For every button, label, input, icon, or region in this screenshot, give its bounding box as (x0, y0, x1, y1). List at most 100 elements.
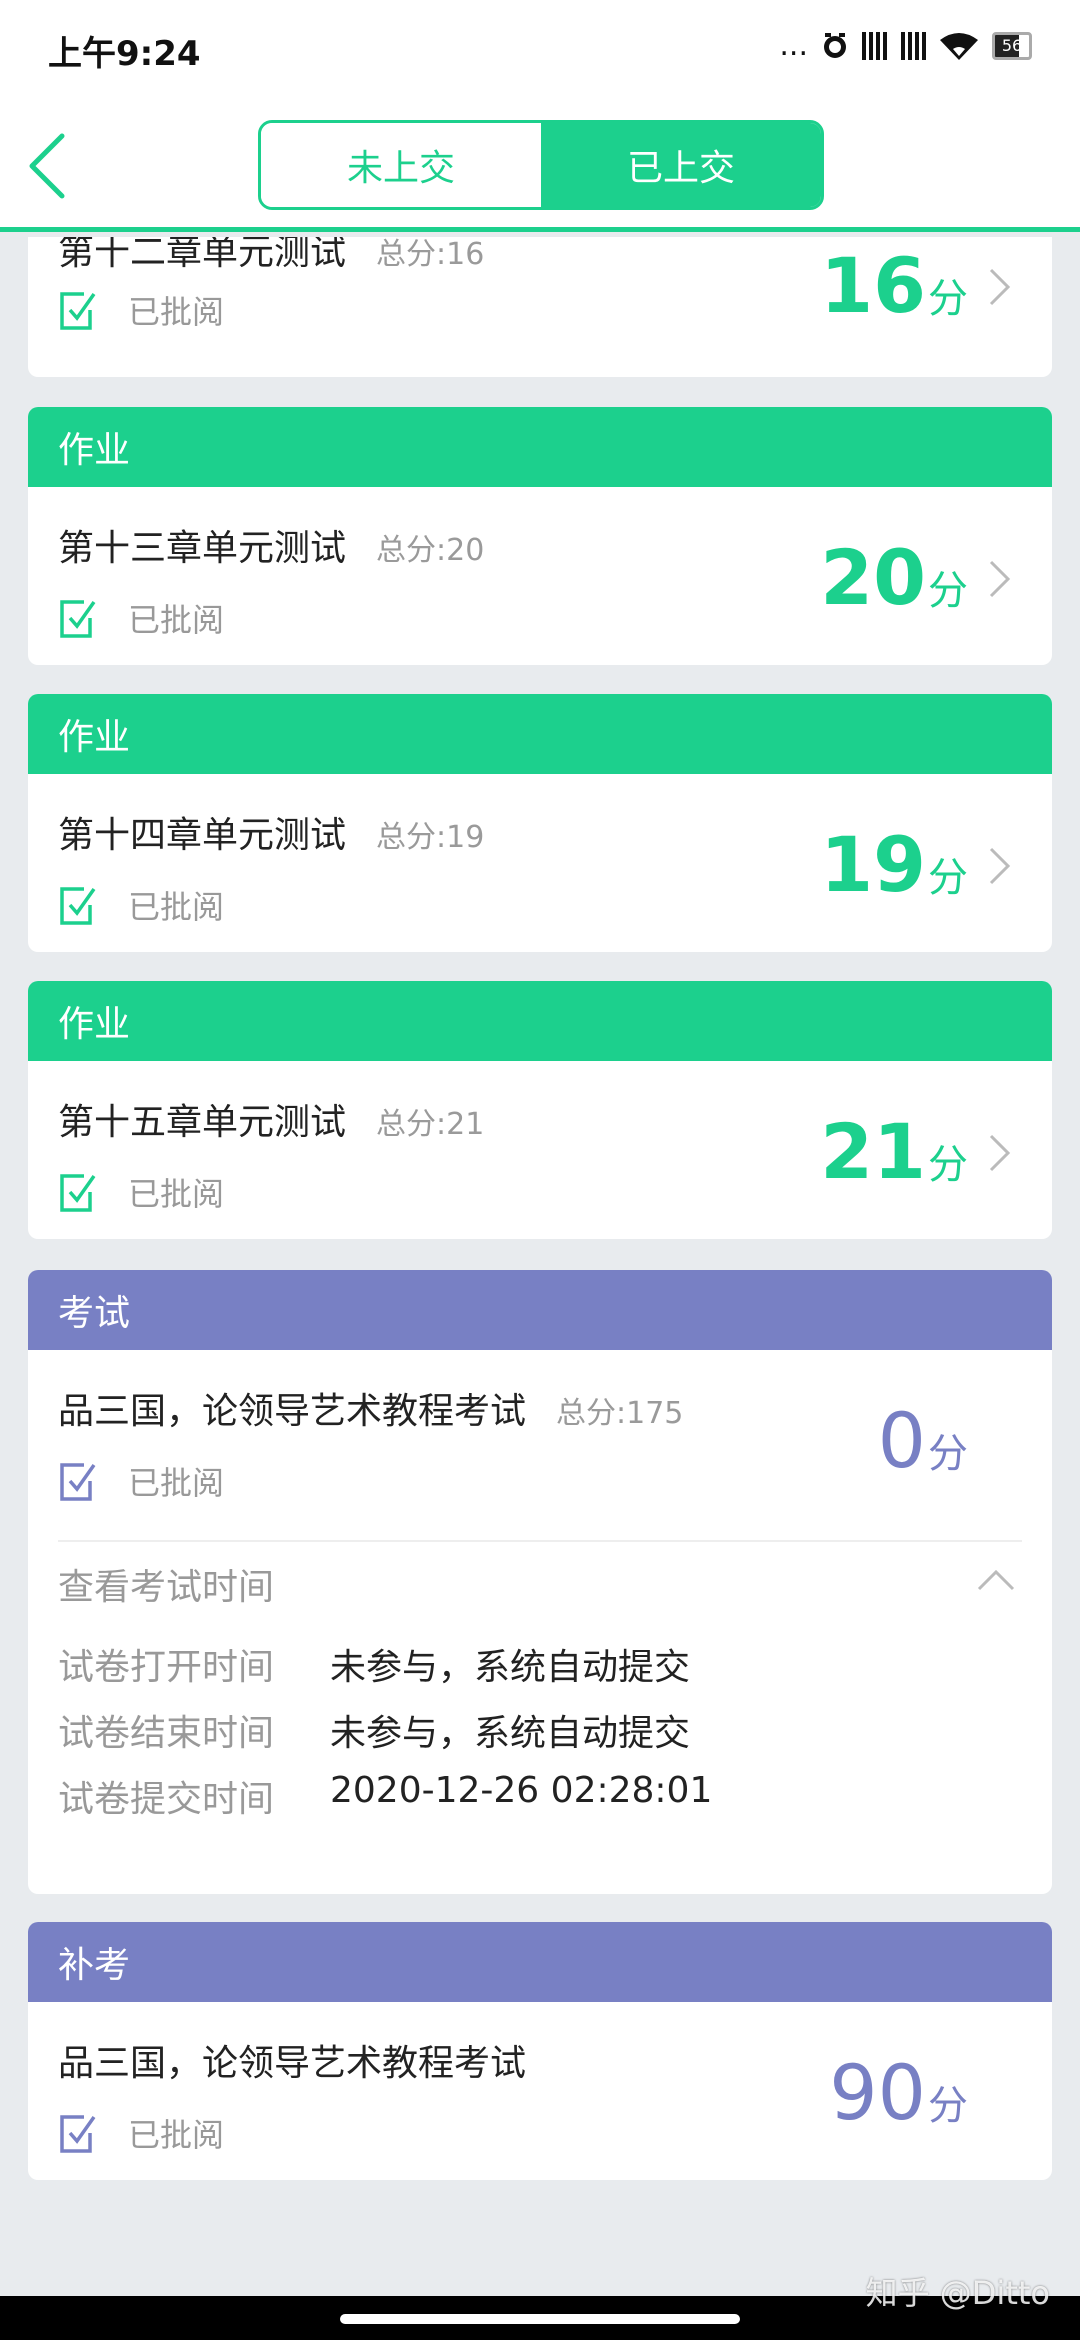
item-total: 总分:16 (376, 237, 485, 272)
score-unit: 分 (928, 568, 968, 614)
detail-value: 未参与，系统自动提交 (330, 1713, 691, 1754)
assignment-card[interactable]: 作业 第十四章单元测试 总分:19 已批阅 19 分 (28, 694, 1052, 952)
reviewed-icon (60, 600, 96, 638)
header: 未上交 已上交 (0, 100, 1080, 232)
detail-value: 2020-12-26 02:28:01 (330, 1770, 713, 1811)
alarm-icon (824, 32, 846, 58)
score-unit: 分 (928, 2083, 968, 2129)
reviewed-icon (60, 887, 96, 925)
score: 20 分 (820, 533, 968, 622)
submission-list: 第十二章单元测试 总分:16 已批阅 16 分 作业 第十三章单元测试 总分:2… (0, 237, 1080, 2297)
review-status: 已批阅 (58, 595, 224, 641)
item-title-row: 第十四章单元测试 总分:19 (58, 806, 484, 858)
detail-value: 未参与，系统自动提交 (330, 1647, 691, 1688)
chevron-right-icon (989, 1134, 1011, 1172)
score: 90 分 (829, 2048, 968, 2137)
status-text: 已批阅 (128, 293, 225, 331)
review-status: 已批阅 (58, 1169, 224, 1215)
score: 21 分 (820, 1107, 968, 1196)
card-type-header: 补考 (28, 1922, 1052, 2002)
assignment-body: 第十五章单元测试 总分:21 已批阅 21 分 (28, 1061, 1052, 1239)
card-type-header: 作业 (28, 981, 1052, 1061)
more-dots: ... (779, 28, 808, 63)
view-exam-time-toggle[interactable]: 查看考试时间 (58, 1558, 274, 1610)
item-title-row: 品三国，论领导艺术教程考试 总分:175 (58, 1382, 683, 1434)
reviewed-icon (60, 1174, 96, 1212)
status-icons: ... 56 (779, 28, 1032, 63)
assignment-body: 第十四章单元测试 总分:19 已批阅 19 分 (28, 774, 1052, 952)
item-title: 品三国，论领导艺术教程考试 (58, 1391, 527, 1432)
reviewed-icon (60, 1463, 96, 1501)
chevron-right-icon (989, 268, 1011, 306)
exam-card[interactable]: 考试 品三国，论领导艺术教程考试 总分:175 已批阅 0 分 查看考试时间 试… (28, 1270, 1052, 1894)
tab-submitted[interactable]: 已上交 (541, 123, 821, 207)
tab-not-submitted[interactable]: 未上交 (261, 123, 541, 207)
battery-icon: 56 (992, 31, 1032, 60)
watermark: 知乎 @Ditto (865, 2274, 1050, 2312)
review-status: 已批阅 (58, 882, 224, 928)
status-text: 已批阅 (128, 2116, 225, 2154)
assignment-card[interactable]: 作业 第十五章单元测试 总分:21 已批阅 21 分 (28, 981, 1052, 1239)
back-icon[interactable] (22, 128, 82, 204)
score-unit: 分 (928, 1142, 968, 1188)
item-title: 第十二章单元测试 (58, 237, 347, 273)
chevron-right-icon (989, 560, 1011, 598)
reviewed-icon (60, 2115, 96, 2153)
detail-label: 试卷提交时间 (58, 1779, 275, 1820)
assignment-card[interactable]: 作业 第十三章单元测试 总分:20 已批阅 20 分 (28, 407, 1052, 665)
detail-label: 试卷结束时间 (58, 1713, 275, 1754)
item-title: 第十三章单元测试 (58, 528, 347, 569)
item-title: 品三国，论领导艺术教程考试 (58, 2043, 527, 2084)
item-title: 第十五章单元测试 (58, 1102, 347, 1143)
score-unit: 分 (928, 1431, 968, 1477)
chevron-up-icon[interactable] (976, 1568, 1016, 1592)
card-type-header: 作业 (28, 694, 1052, 774)
exam-body: 品三国，论领导艺术教程考试 已批阅 90 分 (28, 2002, 1052, 2180)
item-title-row: 第十二章单元测试 总分:16 (58, 237, 484, 275)
exam-body: 品三国，论领导艺术教程考试 总分:175 已批阅 0 分 (28, 1350, 1052, 1528)
chevron-right-icon (989, 847, 1011, 885)
score: 16 分 (820, 241, 968, 330)
card-type-header: 作业 (28, 407, 1052, 487)
status-text: 已批阅 (128, 1175, 225, 1213)
score-value: 21 (820, 1107, 926, 1196)
score-value: 20 (820, 533, 926, 622)
item-total: 总分:21 (376, 1107, 485, 1142)
makeup-exam-card[interactable]: 补考 品三国，论领导艺术教程考试 已批阅 90 分 (28, 1922, 1052, 2180)
score-unit: 分 (928, 855, 968, 901)
assignment-body: 第十二章单元测试 总分:16 已批阅 16 分 (28, 237, 1052, 377)
review-status: 已批阅 (58, 1458, 224, 1504)
review-status: 已批阅 (58, 2110, 224, 2156)
score: 19 分 (820, 820, 968, 909)
assignment-card[interactable]: 第十二章单元测试 总分:16 已批阅 16 分 (28, 237, 1052, 377)
signal-icon-2 (901, 31, 926, 60)
item-total: 总分:175 (556, 1396, 684, 1431)
detail-label: 试卷打开时间 (58, 1647, 275, 1688)
reviewed-icon (60, 292, 96, 330)
item-title-row: 第十三章单元测试 总分:20 (58, 519, 484, 571)
signal-icon (862, 31, 887, 60)
assignment-body: 第十三章单元测试 总分:20 已批阅 20 分 (28, 487, 1052, 665)
score-value: 0 (877, 1396, 926, 1485)
score-value: 90 (829, 2048, 926, 2137)
submission-tabs: 未上交 已上交 (258, 120, 824, 210)
divider (58, 1540, 1022, 1542)
score-value: 16 (820, 241, 926, 330)
status-text: 已批阅 (128, 888, 225, 926)
item-title-row: 品三国，论领导艺术教程考试 (58, 2034, 526, 2086)
score: 0 分 (878, 1396, 968, 1485)
card-type-header: 考试 (28, 1270, 1052, 1350)
status-time: 上午9:24 (48, 34, 201, 74)
review-status: 已批阅 (58, 287, 224, 333)
item-total: 总分:19 (376, 820, 485, 855)
item-title-row: 第十五章单元测试 总分:21 (58, 1093, 484, 1145)
status-text: 已批阅 (128, 1464, 225, 1502)
score-unit: 分 (928, 276, 968, 322)
item-title: 第十四章单元测试 (58, 815, 347, 856)
home-indicator[interactable] (340, 2314, 740, 2324)
wifi-icon (940, 32, 978, 60)
item-total: 总分:20 (376, 533, 485, 568)
score-value: 19 (820, 820, 926, 909)
status-bar: 上午9:24 ... 56 (0, 0, 1080, 100)
status-text: 已批阅 (128, 601, 225, 639)
